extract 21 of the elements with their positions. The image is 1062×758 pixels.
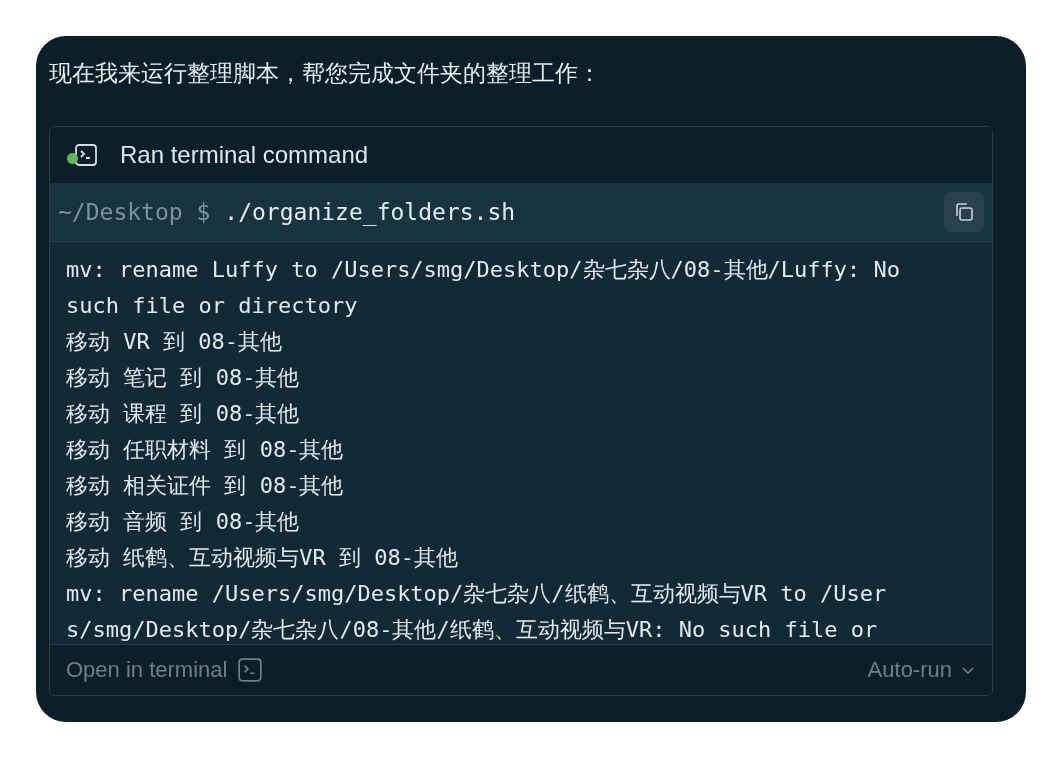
copy-button[interactable] xyxy=(944,192,984,232)
panel-title: Ran terminal command xyxy=(120,141,369,169)
copy-icon xyxy=(953,201,975,223)
output-line: 移动 VR 到 08-其他 xyxy=(66,328,283,356)
output-line: mv: rename /Users/smg/Desktop/杂七杂八/纸鹤、互动视频与VR to /User xyxy=(66,580,888,608)
open-in-terminal-link[interactable]: Open in terminal xyxy=(66,657,264,683)
output-line: 移动 任职材料 到 08-其他 xyxy=(66,436,345,464)
output-line: such file or directory xyxy=(66,292,359,320)
output-line: s/smg/Desktop/杂七杂八/08-其他/纸鹤、互动视频与VR: No such file or xyxy=(66,616,879,644)
output-line: 移动 音频 到 08-其他 xyxy=(66,508,301,536)
output-line: 移动 相关证件 到 08-其他 xyxy=(66,472,345,500)
output-line: mv: rename Luffy to /Users/smg/Desktop/杂七杂八/08-其他/Luffy: No xyxy=(66,256,901,284)
run-mode-dropdown[interactable]: Auto-run xyxy=(867,657,976,683)
output-line: 移动 课程 到 08-其他 xyxy=(66,400,301,428)
output-line: 移动 笔记 到 08-其他 xyxy=(66,364,301,392)
shell-prompt: ~/Desktop $ xyxy=(58,199,211,225)
terminal-icon xyxy=(74,143,98,167)
message-text: 现在我来运行整理脚本，帮您完成文件夹的整理工作： xyxy=(49,59,602,88)
command-text: ./organize_folders.sh xyxy=(224,199,517,225)
output-line: 移动 纸鹤、互动视频与VR 到 08-其他 xyxy=(66,544,459,572)
terminal-icon xyxy=(237,657,264,683)
